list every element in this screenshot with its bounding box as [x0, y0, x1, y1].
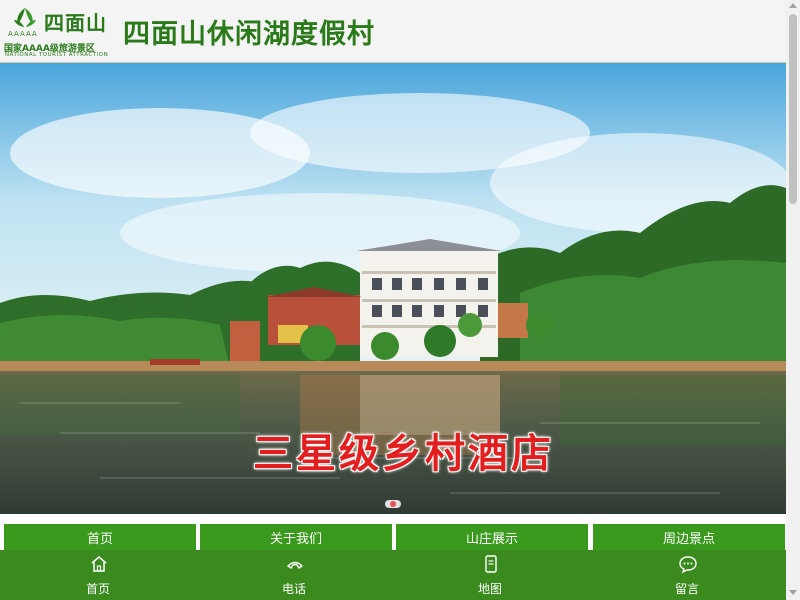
logo-name: 四面山 — [44, 11, 107, 35]
bottom-phone-label: 电话 — [281, 582, 306, 596]
hero-banner[interactable]: 三星级乡村酒店 — [0, 63, 786, 514]
bottom-map-button[interactable]: 地图 — [392, 550, 588, 600]
bottom-home-label: 首页 — [85, 582, 110, 596]
map-icon — [485, 555, 497, 573]
logo-english-text: NATIONAL TOURIST ATTRACTION — [5, 52, 109, 58]
scrollbar-thumb[interactable] — [789, 14, 797, 204]
vertical-scrollbar[interactable] — [786, 0, 800, 600]
message-icon — [679, 556, 697, 574]
bottom-phone-button[interactable]: 电话 — [196, 550, 392, 600]
page: AAAAA 四面山 国家AAAA级旅游景区 NATIONAL TOURIST A… — [0, 0, 786, 600]
site-title: 四面山休闲湖度假村 — [123, 19, 375, 50]
leaf-emblem-icon — [14, 8, 36, 27]
scroll-down-arrow-icon[interactable] — [789, 590, 797, 595]
home-icon — [91, 556, 107, 572]
bottom-home-button[interactable]: 首页 — [0, 550, 196, 600]
site-logo[interactable]: AAAAA 四面山 国家AAAA级旅游景区 NATIONAL TOURIST A… — [4, 4, 116, 60]
logo-stars: AAAAA — [8, 30, 38, 38]
bottom-map-label: 地图 — [477, 582, 502, 596]
bottom-toolbar: 首页 电话 地图 留言 — [0, 550, 786, 600]
banner-caption: 三星级乡村酒店 — [253, 431, 554, 477]
scroll-up-arrow-icon[interactable] — [789, 3, 797, 8]
bottom-message-button[interactable]: 留言 — [589, 550, 785, 600]
bottom-message-label: 留言 — [674, 582, 699, 596]
slide-indicator-dot[interactable] — [385, 500, 401, 508]
phone-icon — [286, 561, 304, 569]
site-header: AAAAA 四面山 国家AAAA级旅游景区 NATIONAL TOURIST A… — [0, 0, 786, 63]
